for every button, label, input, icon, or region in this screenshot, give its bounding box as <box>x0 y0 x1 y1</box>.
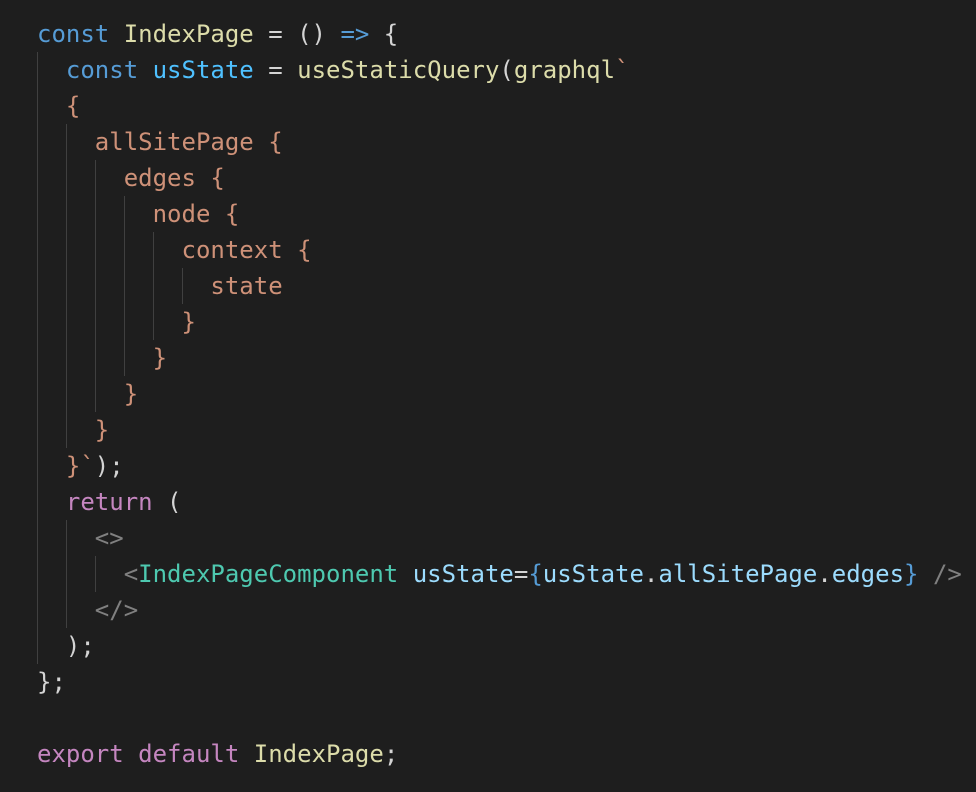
code-line[interactable]: return ( <box>37 484 182 520</box>
code-line[interactable]: edges { <box>37 160 225 196</box>
code-line[interactable]: state <box>37 268 283 304</box>
code-token: } <box>37 380 139 408</box>
code-token: => <box>340 20 370 48</box>
code-token: context { <box>37 236 312 264</box>
code-token: const <box>37 20 110 48</box>
code-line[interactable]: context { <box>37 232 312 268</box>
code-token: < <box>123 560 139 588</box>
code-line[interactable]: allSitePage { <box>37 124 283 160</box>
code-token: </> <box>94 596 139 624</box>
code-token: allSitePage { <box>37 128 283 156</box>
code-token: default <box>138 740 240 768</box>
code-line[interactable]: node { <box>37 196 240 232</box>
code-token: state <box>37 272 283 300</box>
code-token: } <box>904 560 919 588</box>
code-token: } <box>37 308 196 336</box>
code-token: IndexPage <box>123 20 254 48</box>
code-token: return <box>65 488 153 516</box>
code-editor[interactable]: const IndexPage = () => { const usState … <box>0 0 976 792</box>
code-token: ( <box>152 488 182 516</box>
code-token: <> <box>94 524 124 552</box>
code-line[interactable]: { <box>37 88 80 124</box>
code-token: { <box>528 560 543 588</box>
code-token: = () <box>253 20 341 48</box>
code-line[interactable]: const usState = useStaticQuery(graphql` <box>37 52 630 88</box>
code-token: edges <box>831 560 905 588</box>
code-token: . <box>643 560 659 588</box>
code-token: graphql <box>513 56 616 84</box>
code-token: . <box>817 560 832 588</box>
code-line[interactable]: } <box>37 304 196 340</box>
code-token: = <box>253 56 298 84</box>
code-line[interactable]: } <box>37 376 138 412</box>
code-token: /> <box>932 560 962 588</box>
code-token: useStaticQuery <box>297 56 500 84</box>
code-token: ; <box>383 740 399 768</box>
code-line[interactable]: } <box>37 340 167 376</box>
code-line[interactable]: }`); <box>37 448 124 484</box>
code-token: { <box>369 20 399 48</box>
code-token: IndexPageComponent <box>138 560 399 588</box>
code-token: = <box>513 560 529 588</box>
code-token: const <box>65 56 139 84</box>
code-token: node { <box>37 200 240 228</box>
code-token: } <box>37 344 168 372</box>
code-line[interactable]: }; <box>37 664 66 700</box>
code-token: IndexPage <box>253 740 384 768</box>
code-token: ` <box>615 56 630 84</box>
code-token: ); <box>37 632 95 660</box>
code-token: ( <box>499 56 514 84</box>
code-token: usState <box>412 560 514 588</box>
code-token: export <box>37 740 124 768</box>
code-token: edges { <box>37 164 225 192</box>
code-token: allSitePage <box>658 560 818 588</box>
code-token: ); <box>94 452 124 480</box>
code-token: { <box>37 92 81 120</box>
code-token: } <box>37 416 110 444</box>
code-line[interactable]: } <box>37 412 109 448</box>
code-token: }; <box>37 668 66 696</box>
code-line[interactable]: export default IndexPage; <box>37 736 398 772</box>
code-line[interactable]: <> <box>37 520 124 556</box>
code-token: usState <box>152 56 254 84</box>
code-token: usState <box>542 560 644 588</box>
code-line[interactable]: ); <box>37 628 95 664</box>
code-line[interactable]: const IndexPage = () => { <box>37 16 398 52</box>
code-token: }` <box>37 452 95 480</box>
code-line[interactable]: </> <box>37 592 138 628</box>
code-line[interactable]: <IndexPageComponent usState={usState.all… <box>37 556 962 592</box>
